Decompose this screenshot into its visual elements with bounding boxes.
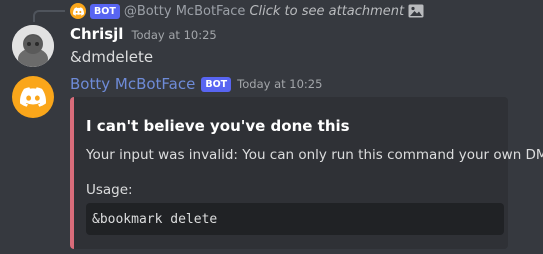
bot-message-header: Botty McBotFace BOT Today at 10:25 xyxy=(70,75,322,93)
discord-logo-icon xyxy=(20,87,46,107)
embed-title: I can't believe you've done this xyxy=(86,117,350,135)
message-header: Chrisjl Today at 10:25 xyxy=(70,25,217,43)
reply-attachment-text[interactable]: Click to see attachment xyxy=(249,4,404,19)
message-content: &dmdelete xyxy=(70,48,154,66)
username[interactable]: Chrisjl xyxy=(70,25,123,43)
user-avatar[interactable] xyxy=(12,25,54,67)
code-block: &bookmark delete xyxy=(86,203,504,235)
reply-bot-tag: BOT xyxy=(90,3,120,19)
reply-mention[interactable]: @Botty McBotFace xyxy=(124,4,246,19)
reply-bot-avatar[interactable] xyxy=(70,3,86,19)
embed: I can't believe you've done this Your in… xyxy=(70,97,543,249)
embed-field-label: Usage: xyxy=(86,182,133,198)
reply-connector xyxy=(33,10,65,22)
discord-logo-icon xyxy=(72,6,84,16)
reply-preview[interactable]: BOT @Botty McBotFace Click to see attach… xyxy=(70,2,424,20)
bot-timestamp: Today at 10:25 xyxy=(237,77,323,91)
bot-avatar[interactable] xyxy=(12,76,54,118)
bot-username[interactable]: Botty McBotFace xyxy=(70,75,195,93)
bot-tag: BOT xyxy=(201,76,232,92)
embed-description: Your input was invalid: You can only run… xyxy=(86,147,543,163)
timestamp: Today at 10:25 xyxy=(131,28,217,42)
image-icon xyxy=(408,4,424,18)
user-avatar-image xyxy=(12,25,54,67)
